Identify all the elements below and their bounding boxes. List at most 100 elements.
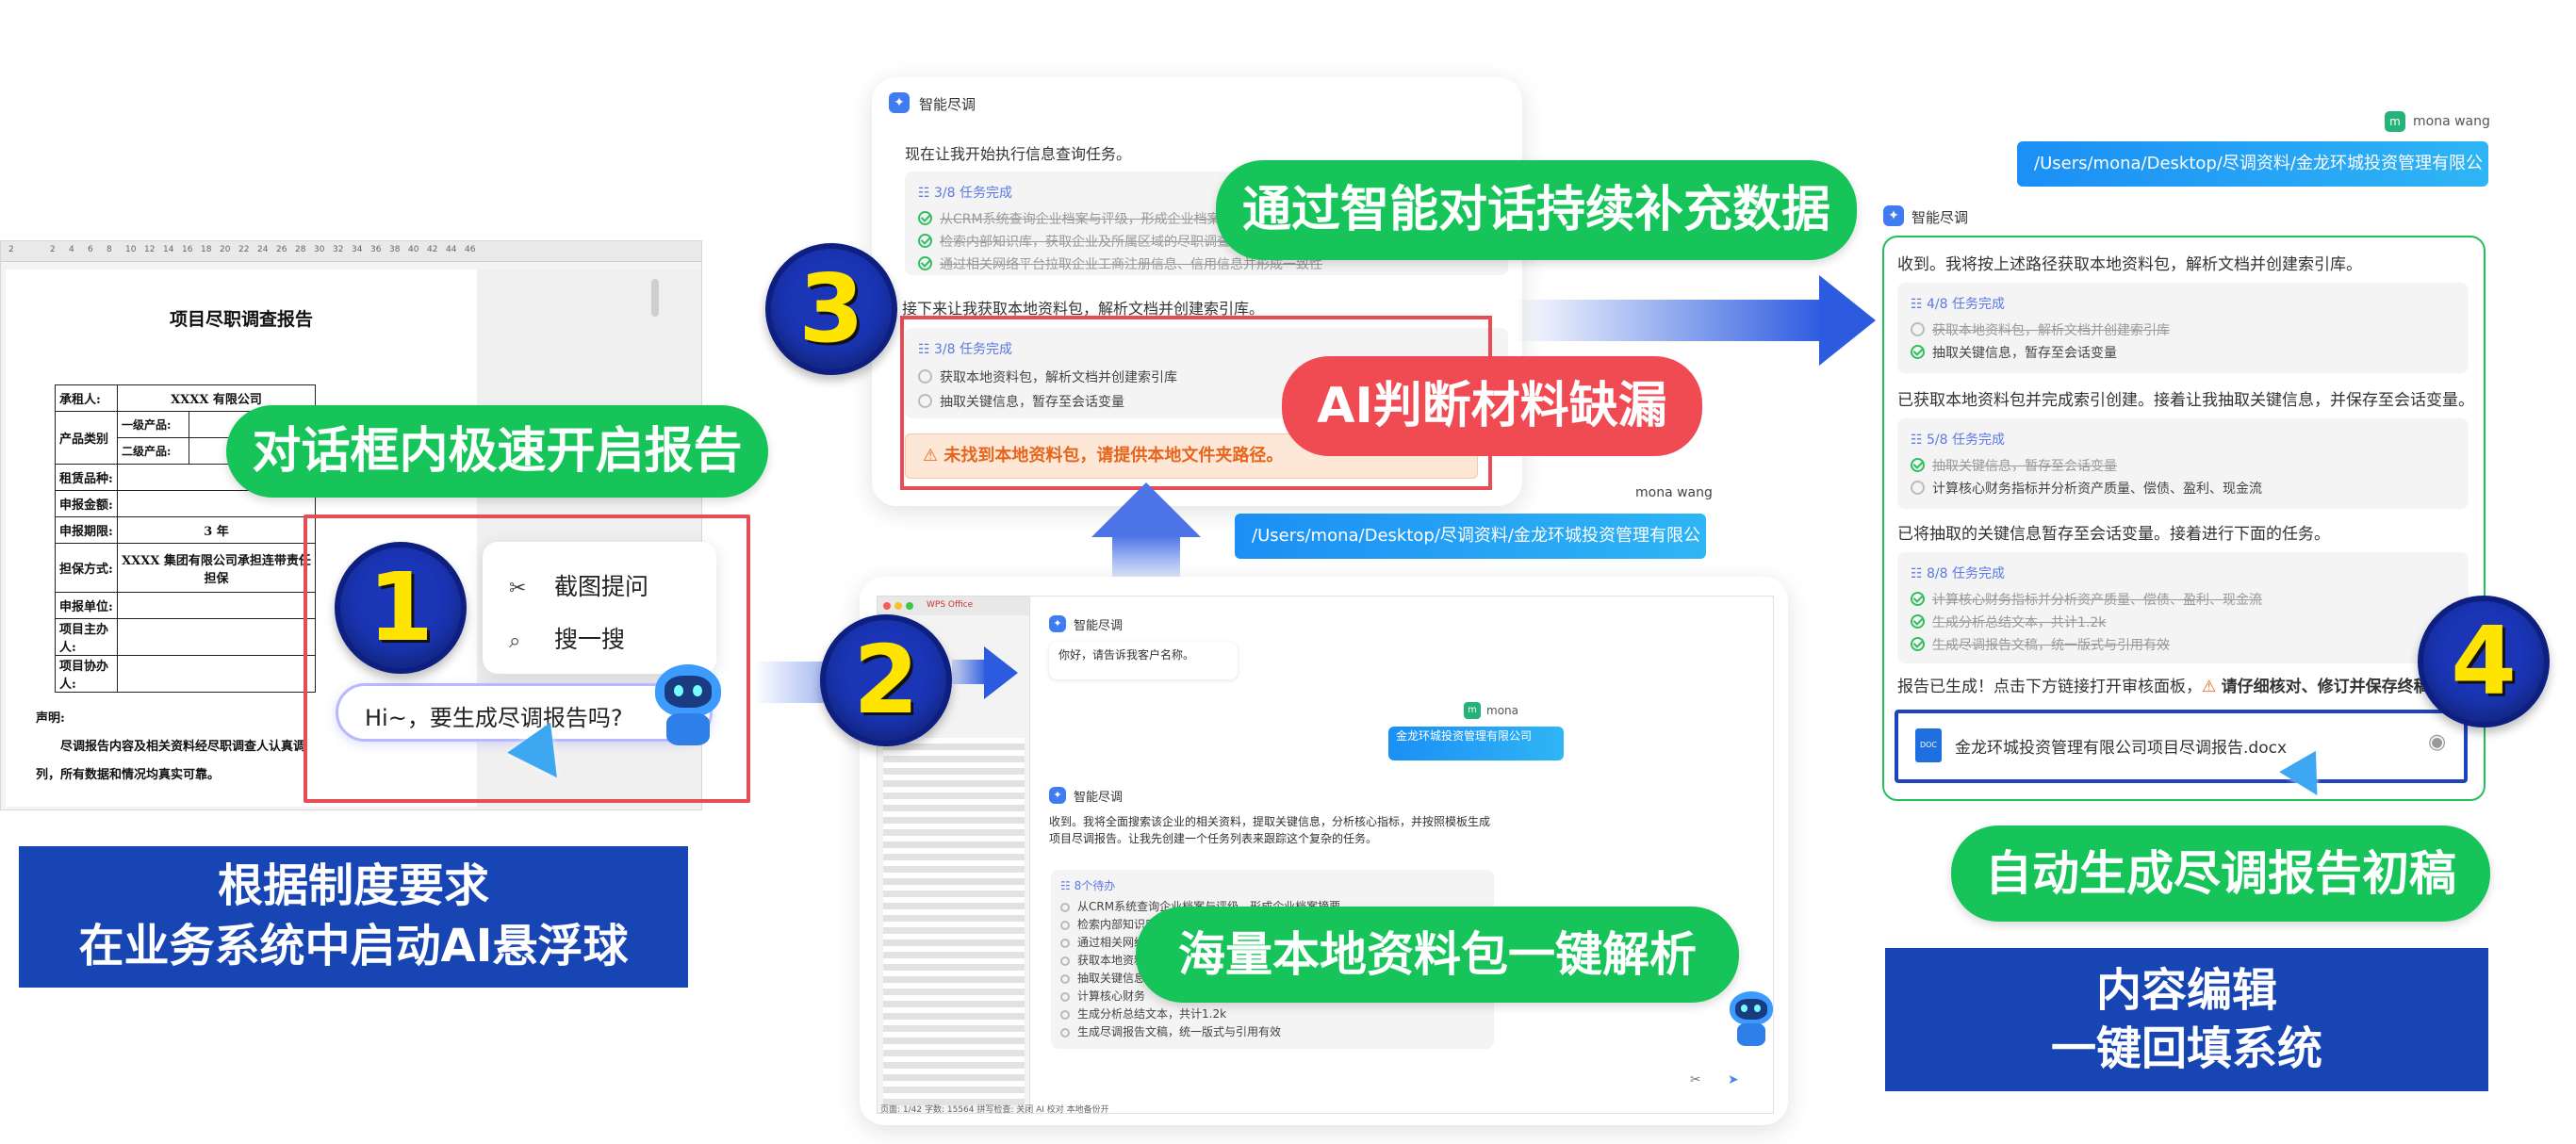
user-message-bubble: /Users/mona/Desktop/尽调资料/金龙环城投资管理有限公司 (2017, 141, 2488, 219)
avatar: m (2385, 111, 2405, 132)
task-text: 计算核心财务指标并分析资产质量、偿债、盈利、现金流 (1932, 593, 2262, 608)
list-icon: ☷ (1911, 297, 1928, 312)
user-name: mona wang (2413, 114, 2490, 129)
task-item: 生成分析总结文本，共计1.2k (1060, 1005, 1226, 1021)
flow-arrow (1513, 300, 1824, 341)
assistant-pane: ✦ 智能尽调 你好，请告诉我客户名称。 m mona 金龙环城投资管理有限公司 … (1029, 596, 1774, 1114)
scrollbar[interactable] (651, 279, 659, 317)
ruler-tick: 34 (352, 245, 363, 254)
scissors-icon: ✂ (509, 577, 527, 600)
task-text: 计算核心财务 (1077, 989, 1146, 1003)
declaration-title: 声明: (36, 711, 65, 726)
task-box: ☷ 8/8 任务完成 计算核心财务指标并分析资产质量、偿债、盈利、现金流 生成分… (1897, 552, 2469, 663)
status-bar: 页面: 1/42 字数: 15564 拼写检查: 关闭 AI 校对 本地备份开 (880, 1105, 1109, 1115)
flow-arrow-up (1091, 482, 1201, 537)
caption-block: 内容编辑 一键回填系统 (1885, 948, 2488, 1091)
ruler-tick: 14 (163, 245, 174, 254)
task-text: 抽取关键信息 (1077, 972, 1146, 985)
table-label: 承租人: (55, 384, 118, 412)
robot-mascot-icon[interactable] (1722, 991, 1779, 1048)
step-badge-3: 3 (765, 243, 897, 375)
message-text: 报告已生成！点击下方链接打开审核面板， (1897, 678, 2202, 696)
feature-pill: 海量本地资料包一键解析 (1136, 907, 1739, 1003)
step-number: 3 (798, 253, 864, 364)
flow-arrow-head (984, 646, 1018, 699)
ruler-tick: 40 (408, 245, 419, 254)
flow-arrow (952, 660, 988, 684)
assistant-message: 报告已生成！点击下方链接打开审核面板，⚠ 请仔细核对、修订并保存终稿。 (1897, 673, 2446, 696)
flow-arrow-shaft (1112, 535, 1180, 580)
menu-item-search[interactable]: ⌕ 搜一搜 (509, 621, 625, 655)
ruler-tick: 12 (144, 245, 156, 254)
task-text: 从CRM系统查询企业档案与评级，形成企业档案摘要 (940, 212, 1247, 227)
assistant-message: 你好，请告诉我客户名称。 (1049, 642, 1238, 679)
assistant-name: 智能尽调 (919, 96, 976, 113)
task-item: 计算核心财务 (1060, 988, 1145, 1004)
table-label: 申报期限: (55, 516, 118, 544)
robot-mascot-icon[interactable] (646, 664, 730, 749)
task-text: 生成分析总结文本，共计1.2k (1932, 615, 2107, 630)
check-icon (918, 211, 932, 225)
close-dot-icon[interactable] (883, 602, 891, 610)
table-label: 二级产品: (117, 437, 189, 465)
caption-line: 在业务系统中启动AI悬浮球 (78, 920, 629, 972)
maximize-dot-icon[interactable] (906, 602, 913, 610)
check-icon (1911, 458, 1925, 472)
list-icon: ☷ (1911, 566, 1928, 581)
ruler-tick: 22 (238, 245, 250, 254)
app-logo-icon: ✦ (889, 92, 910, 113)
window-titlebar: WPS Office (878, 597, 1033, 615)
app-tab[interactable]: WPS Office (927, 600, 973, 610)
caption-block: 根据制度要求 在业务系统中启动AI悬浮球 (19, 846, 688, 988)
task-box: ☷ 4/8 任务完成 获取本地资料包，解析文档并创建索引库 抽取关键信息，暂存至… (1897, 283, 2469, 373)
scissors-icon[interactable]: ✂ (1690, 1072, 1701, 1087)
circle-icon (1060, 903, 1070, 912)
task-item: 获取本地资料包，解析文档并创建索引库 (1911, 320, 2170, 339)
task-item: 检索内部知识库，获取企业及所属区域的尽职调查记录 (918, 232, 1256, 251)
task-item: 生成尽调报告文稿，统一版式与引用有效 (1911, 635, 2170, 654)
task-text: 抽取关键信息，暂存至会话变量 (1932, 346, 2117, 361)
list-icon: ☷ (1911, 433, 1928, 448)
table-label: 申报金额: (55, 490, 118, 517)
menu-label: 截图提问 (553, 573, 648, 600)
ruler-tick: 2 (50, 245, 56, 254)
step-number: 1 (368, 552, 434, 662)
ruler-tick: 10 (125, 245, 137, 254)
search-icon: ⌕ (509, 629, 521, 653)
circle-icon (1060, 956, 1070, 966)
docx-file-icon: DOC (1915, 728, 1942, 762)
circle-icon (1060, 939, 1070, 948)
task-progress: ☷ 8/8 任务完成 (1911, 564, 2005, 582)
document-title: 项目尽职调查报告 (169, 309, 313, 330)
send-icon[interactable]: ➤ (1728, 1072, 1739, 1087)
ruler-tick: 30 (314, 245, 325, 254)
table-value: XXXX 集团有限公司承担连带责任担保 (117, 543, 316, 593)
user-message-bubble: /Users/mona/Desktop/尽调资料/金龙环城投资管理有限公司 (1235, 514, 1706, 591)
alert-pill: AI判断材料缺漏 (1282, 356, 1702, 456)
caption-line: 根据制度要求 (217, 859, 489, 912)
task-progress-label: 3/8 任务完成 (934, 186, 1012, 201)
flow-arrow-head (1819, 275, 1876, 366)
step-badge-2: 2 (820, 614, 952, 746)
outline-list (883, 738, 1025, 1105)
menu-item-screenshot[interactable]: ✂ 截图提问 (509, 568, 648, 602)
circle-icon (1060, 974, 1070, 984)
list-icon: ☷ (1060, 879, 1075, 892)
minimize-dot-icon[interactable] (894, 602, 902, 610)
task-progress: ☷ 3/8 任务完成 (918, 183, 1012, 202)
check-icon (1911, 345, 1925, 359)
task-progress-label: 5/8 任务完成 (1927, 433, 2005, 448)
eye-icon[interactable]: ◉ (2428, 730, 2446, 754)
ruler-tick: 44 (446, 245, 457, 254)
docx-file-link[interactable]: DOC 金龙环城投资管理有限公司项目尽调报告.docx ◉ (1895, 710, 2468, 783)
ruler-tick: 8 (107, 245, 112, 254)
task-text: 生成尽调报告文稿，统一版式与引用有效 (1932, 638, 2170, 653)
caption-line: 内容编辑 (2095, 964, 2277, 1017)
ruler-tick: 6 (88, 245, 93, 254)
ruler-tick: 4 (69, 245, 74, 254)
circle-icon (1911, 322, 1925, 336)
assistant-message: 收到。我将全面搜索该企业的相关资料，提取关键信息，分析核心指标，并按照模板生成项… (1049, 815, 1491, 845)
menu-label: 搜一搜 (553, 626, 625, 653)
app-logo-icon: ✦ (1883, 205, 1904, 226)
circle-icon (1060, 1028, 1070, 1038)
